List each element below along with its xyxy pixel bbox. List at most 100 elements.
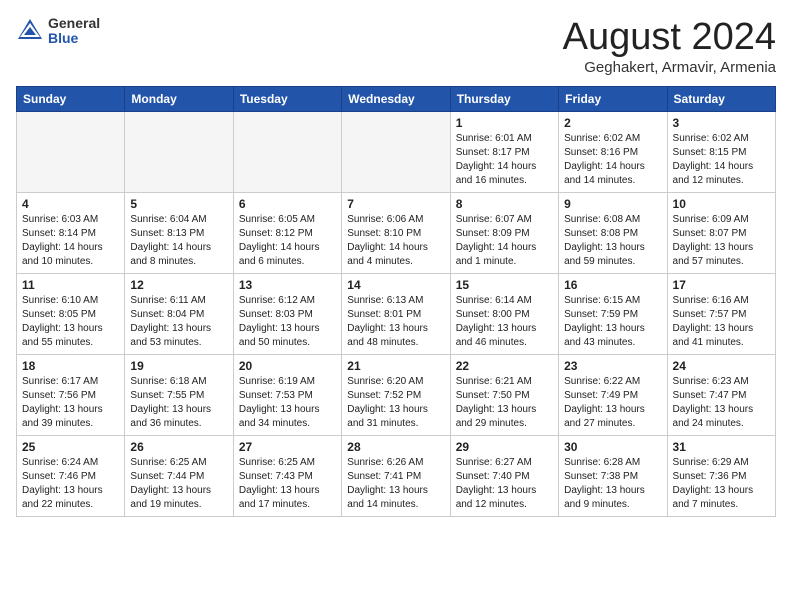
- day-info: Sunrise: 6:12 AM Sunset: 8:03 PM Dayligh…: [239, 294, 336, 350]
- calendar-day-cell: 12Sunrise: 6:11 AM Sunset: 8:04 PM Dayli…: [125, 274, 233, 355]
- calendar-day-cell: 11 Sunrise: 6:10 AM Sunset: 8:05 PM Dayli…: [17, 274, 125, 355]
- calendar-day-cell: 23 Sunrise: 6:22 AM Sunset: 7:49 PM Dayli…: [559, 355, 667, 436]
- day-number: 23: [564, 359, 661, 373]
- day-info: Sunrise: 6:11 AM Sunset: 8:04 PM Dayligh…: [130, 294, 227, 350]
- day-info: Sunrise: 6:16 AM Sunset: 7:57 PM Dayligh…: [673, 294, 770, 350]
- calendar-day-cell: 15Sunrise: 6:14 AM Sunset: 8:00 PM Dayli…: [450, 274, 558, 355]
- logo-icon: [16, 17, 44, 45]
- page-header: General Blue August 2024 Geghakert, Arma…: [16, 16, 776, 76]
- calendar-day-cell: 7Sunrise: 6:06 AM Sunset: 8:10 PM Daylig…: [342, 193, 450, 274]
- calendar-day-cell: 8 Sunrise: 6:07 AM Sunset: 8:09 PM Daylig…: [450, 193, 558, 274]
- day-info: Sunrise: 6:13 AM Sunset: 8:01 PM Dayligh…: [347, 294, 444, 350]
- calendar-day-cell: [233, 112, 341, 193]
- calendar-day-cell: [342, 112, 450, 193]
- calendar-day-cell: 22 Sunrise: 6:21 AM Sunset: 7:50 PM Dayli…: [450, 355, 558, 436]
- calendar-day-cell: 16 Sunrise: 6:15 AM Sunset: 7:59 PM Dayli…: [559, 274, 667, 355]
- calendar-day-cell: 14 Sunrise: 6:13 AM Sunset: 8:01 PM Dayli…: [342, 274, 450, 355]
- column-header-tuesday: Tuesday: [233, 87, 341, 112]
- calendar-day-cell: 30Sunrise: 6:28 AM Sunset: 7:38 PM Dayli…: [559, 436, 667, 517]
- calendar-week-row: 18 Sunrise: 6:17 AM Sunset: 7:56 PM Dayli…: [17, 355, 776, 436]
- calendar-day-cell: 24 Sunrise: 6:23 AM Sunset: 7:47 PM Dayli…: [667, 355, 775, 436]
- calendar-week-row: 11 Sunrise: 6:10 AM Sunset: 8:05 PM Dayli…: [17, 274, 776, 355]
- day-info: Sunrise: 6:26 AM Sunset: 7:41 PM Dayligh…: [347, 456, 444, 512]
- day-info: Sunrise: 6:19 AM Sunset: 7:53 PM Dayligh…: [239, 375, 336, 431]
- calendar-day-cell: 2 Sunrise: 6:02 AM Sunset: 8:16 PM Daylig…: [559, 112, 667, 193]
- calendar-day-cell: 31 Sunrise: 6:29 AM Sunset: 7:36 PM Dayli…: [667, 436, 775, 517]
- location: Geghakert, Armavir, Armenia: [563, 59, 776, 76]
- day-number: 24: [673, 359, 770, 373]
- day-number: 7: [347, 197, 444, 211]
- day-number: 11: [22, 278, 119, 292]
- calendar-week-row: 4 Sunrise: 6:03 AM Sunset: 8:14 PM Daylig…: [17, 193, 776, 274]
- calendar-header-row: SundayMondayTuesdayWednesdayThursdayFrid…: [17, 87, 776, 112]
- calendar-day-cell: 27 Sunrise: 6:25 AM Sunset: 7:43 PM Dayli…: [233, 436, 341, 517]
- day-info: Sunrise: 6:18 AM Sunset: 7:55 PM Dayligh…: [130, 375, 227, 431]
- day-info: Sunrise: 6:23 AM Sunset: 7:47 PM Dayligh…: [673, 375, 770, 431]
- day-number: 14: [347, 278, 444, 292]
- calendar-day-cell: [17, 112, 125, 193]
- day-info: Sunrise: 6:05 AM Sunset: 8:12 PM Dayligh…: [239, 213, 336, 269]
- day-info: Sunrise: 6:22 AM Sunset: 7:49 PM Dayligh…: [564, 375, 661, 431]
- day-info: Sunrise: 6:15 AM Sunset: 7:59 PM Dayligh…: [564, 294, 661, 350]
- day-number: 25: [22, 440, 119, 454]
- calendar-day-cell: 17 Sunrise: 6:16 AM Sunset: 7:57 PM Dayli…: [667, 274, 775, 355]
- day-info: Sunrise: 6:25 AM Sunset: 7:43 PM Dayligh…: [239, 456, 336, 512]
- calendar-table: SundayMondayTuesdayWednesdayThursdayFrid…: [16, 86, 776, 517]
- calendar-day-cell: 13 Sunrise: 6:12 AM Sunset: 8:03 PM Dayli…: [233, 274, 341, 355]
- day-number: 22: [456, 359, 553, 373]
- day-number: 3: [673, 116, 770, 130]
- calendar-day-cell: [125, 112, 233, 193]
- month-title: August 2024: [563, 16, 776, 59]
- day-number: 28: [347, 440, 444, 454]
- day-info: Sunrise: 6:03 AM Sunset: 8:14 PM Dayligh…: [22, 213, 119, 269]
- day-number: 17: [673, 278, 770, 292]
- day-number: 19: [130, 359, 227, 373]
- day-number: 18: [22, 359, 119, 373]
- calendar-day-cell: 19 Sunrise: 6:18 AM Sunset: 7:55 PM Dayli…: [125, 355, 233, 436]
- day-info: Sunrise: 6:07 AM Sunset: 8:09 PM Dayligh…: [456, 213, 553, 269]
- day-info: Sunrise: 6:01 AM Sunset: 8:17 PM Dayligh…: [456, 132, 553, 188]
- day-info: Sunrise: 6:17 AM Sunset: 7:56 PM Dayligh…: [22, 375, 119, 431]
- calendar-week-row: 1Sunrise: 6:01 AM Sunset: 8:17 PM Daylig…: [17, 112, 776, 193]
- day-number: 30: [564, 440, 661, 454]
- day-info: Sunrise: 6:21 AM Sunset: 7:50 PM Dayligh…: [456, 375, 553, 431]
- calendar-day-cell: 4 Sunrise: 6:03 AM Sunset: 8:14 PM Daylig…: [17, 193, 125, 274]
- day-info: Sunrise: 6:02 AM Sunset: 8:15 PM Dayligh…: [673, 132, 770, 188]
- day-number: 26: [130, 440, 227, 454]
- calendar-day-cell: 25 Sunrise: 6:24 AM Sunset: 7:46 PM Dayli…: [17, 436, 125, 517]
- day-info: Sunrise: 6:20 AM Sunset: 7:52 PM Dayligh…: [347, 375, 444, 431]
- day-number: 4: [22, 197, 119, 211]
- day-number: 10: [673, 197, 770, 211]
- day-info: Sunrise: 6:24 AM Sunset: 7:46 PM Dayligh…: [22, 456, 119, 512]
- calendar-day-cell: 5Sunrise: 6:04 AM Sunset: 8:13 PM Daylig…: [125, 193, 233, 274]
- calendar-day-cell: 3 Sunrise: 6:02 AM Sunset: 8:15 PM Daylig…: [667, 112, 775, 193]
- column-header-sunday: Sunday: [17, 87, 125, 112]
- day-number: 27: [239, 440, 336, 454]
- day-number: 6: [239, 197, 336, 211]
- day-number: 2: [564, 116, 661, 130]
- calendar-day-cell: 28 Sunrise: 6:26 AM Sunset: 7:41 PM Dayli…: [342, 436, 450, 517]
- day-info: Sunrise: 6:27 AM Sunset: 7:40 PM Dayligh…: [456, 456, 553, 512]
- day-number: 29: [456, 440, 553, 454]
- column-header-wednesday: Wednesday: [342, 87, 450, 112]
- calendar-day-cell: 9 Sunrise: 6:08 AM Sunset: 8:08 PM Daylig…: [559, 193, 667, 274]
- calendar-day-cell: 29 Sunrise: 6:27 AM Sunset: 7:40 PM Dayli…: [450, 436, 558, 517]
- day-number: 9: [564, 197, 661, 211]
- day-info: Sunrise: 6:29 AM Sunset: 7:36 PM Dayligh…: [673, 456, 770, 512]
- column-header-friday: Friday: [559, 87, 667, 112]
- column-header-thursday: Thursday: [450, 87, 558, 112]
- calendar-day-cell: 21Sunrise: 6:20 AM Sunset: 7:52 PM Dayli…: [342, 355, 450, 436]
- day-number: 20: [239, 359, 336, 373]
- day-number: 15: [456, 278, 553, 292]
- day-number: 16: [564, 278, 661, 292]
- day-info: Sunrise: 6:08 AM Sunset: 8:08 PM Dayligh…: [564, 213, 661, 269]
- day-number: 8: [456, 197, 553, 211]
- calendar-day-cell: 1Sunrise: 6:01 AM Sunset: 8:17 PM Daylig…: [450, 112, 558, 193]
- day-info: Sunrise: 6:02 AM Sunset: 8:16 PM Dayligh…: [564, 132, 661, 188]
- logo[interactable]: General Blue: [16, 16, 100, 47]
- calendar-day-cell: 10Sunrise: 6:09 AM Sunset: 8:07 PM Dayli…: [667, 193, 775, 274]
- day-number: 31: [673, 440, 770, 454]
- day-number: 5: [130, 197, 227, 211]
- day-number: 13: [239, 278, 336, 292]
- day-info: Sunrise: 6:10 AM Sunset: 8:05 PM Dayligh…: [22, 294, 119, 350]
